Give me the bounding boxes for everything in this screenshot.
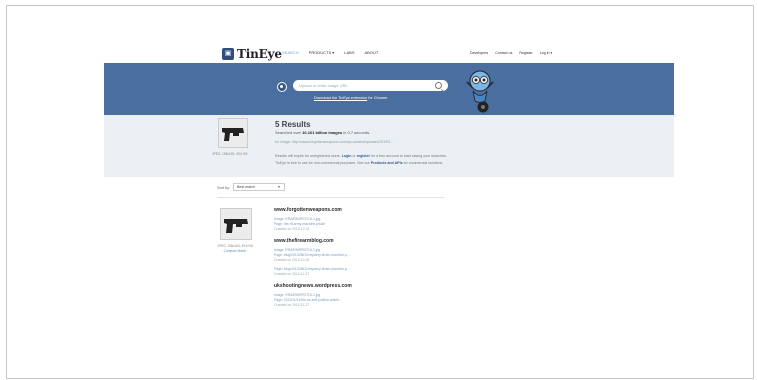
main-nav: SEARCH PRODUCTS ▾ LABS ABOUT (282, 50, 378, 55)
query-image-meta: JPEG, 198x153, 49.6 KB (212, 152, 248, 156)
nav-login[interactable]: Log in ▾ (540, 51, 553, 55)
sort-select[interactable]: Best match (233, 183, 285, 191)
register-link[interactable]: register (357, 154, 370, 158)
searched-info: Searched over 16.161 billion images in 0… (275, 130, 370, 135)
results-count-title: 5 Results (275, 120, 311, 129)
result-crawl-date: Crawled on 2013-10-31 (274, 227, 310, 232)
result-entry: www.forgottenweapons.com Image: RRAIRMSP… (274, 207, 474, 233)
nav-search[interactable]: SEARCH (282, 50, 299, 55)
top-navigation: ▣ TinEye SEARCH PRODUCTS ▾ LABS ABOUT De… (222, 47, 566, 63)
nav-contact[interactable]: Contact us (495, 51, 512, 55)
search-placeholder: Upload or enter image URL (299, 82, 348, 88)
result-crawl-date: Crawled on 2013-11-27 (274, 272, 310, 277)
result-domain[interactable]: www.forgottenweapons.com (274, 207, 474, 213)
result-domain[interactable]: ukshootingnews.wordpress.com (274, 283, 474, 289)
note2-b: for commercial solutions. (402, 161, 444, 165)
nav-about[interactable]: ABOUT (365, 50, 379, 55)
search-icon[interactable] (435, 82, 442, 89)
robot-mascot-icon (466, 70, 494, 113)
divider (217, 197, 444, 198)
products-apis-link[interactable]: Products and APIs (371, 161, 403, 165)
result-crawl-date: Crawled on 2013-11-27 (274, 303, 310, 308)
nav-labs[interactable]: LABS (344, 50, 354, 55)
search-banner: Upload or enter image URL Download the T… (104, 63, 674, 115)
searched-suffix: in 0.7 seconds. (342, 130, 371, 135)
note1-a: Results will expire for unregistered use… (275, 154, 342, 158)
account-nav: Developers Contact us Register Log in ▾ (470, 51, 552, 55)
nav-register[interactable]: Register (519, 51, 532, 55)
commercial-note: TinEye is free to use for non-commercial… (275, 161, 443, 165)
extension-link[interactable]: Download the TinEye extension (314, 96, 367, 100)
results-list: www.forgottenweapons.com Image: RRAIRMSP… (274, 207, 474, 313)
extension-suffix: for Chrome (367, 96, 388, 100)
results-summary: JPEG, 198x153, 49.6 KB 5 Results Searche… (104, 115, 674, 177)
result-entry: ukshootingnews.wordpress.com Image: RRAI… (274, 283, 474, 309)
match-image-meta: JPEG, 198x153, 49.6 KB Compare Match (213, 244, 257, 254)
tineye-logo[interactable]: ▣ TinEye (222, 47, 282, 61)
searched-count: 16.161 billion images (302, 130, 343, 135)
nav-products[interactable]: PRODUCTS ▾ (309, 50, 335, 55)
result-domain[interactable]: www.thefirearmblog.com (274, 238, 474, 244)
search-input[interactable]: Upload or enter image URL (293, 80, 448, 91)
nav-products-label: PRODUCTS (308, 50, 332, 55)
upload-icon[interactable] (277, 82, 287, 92)
logo-icon: ▣ (222, 48, 234, 60)
note1-c: for a free account to start saving your … (369, 154, 447, 158)
chevron-down-icon: ▾ (332, 50, 335, 55)
compare-match-link[interactable]: Compare Match (213, 249, 257, 254)
sort-label: Sort by: (217, 186, 231, 190)
extension-line: Download the TinEye extension for Chrome (314, 96, 387, 100)
query-image-thumbnail[interactable] (218, 118, 248, 148)
login-link[interactable]: Login (342, 154, 352, 158)
nav-developers[interactable]: Developers (470, 51, 488, 55)
match-image-thumbnail[interactable] (220, 208, 252, 240)
result-entry: www.thefirearmblog.com Image: RRAIRMSPIS… (274, 238, 474, 278)
query-image-url[interactable]: for image: http://www.forgottenweapons.c… (275, 140, 393, 144)
logo-text: TinEye (237, 47, 282, 61)
searched-prefix: Searched over (275, 130, 303, 135)
expiry-note: Results will expire for unregistered use… (275, 154, 447, 158)
note2-a: TinEye is free to use for non-commercial… (275, 161, 371, 165)
